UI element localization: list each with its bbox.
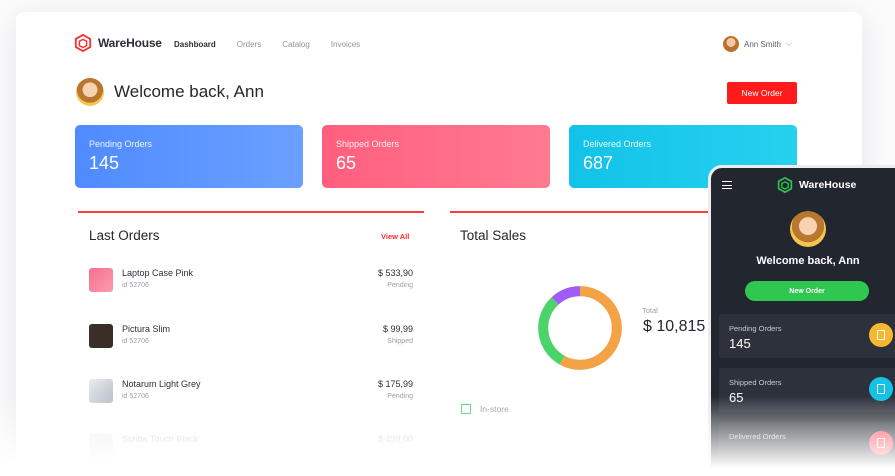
total-sales-title: Total Sales: [460, 228, 527, 243]
nav-dashboard[interactable]: Dashboard: [174, 40, 216, 49]
stat-label: Shipped Orders: [336, 139, 400, 149]
order-id: id 52706: [122, 393, 149, 400]
order-amount: $ 499,00: [377, 434, 413, 444]
order-name: Pictura Slim: [122, 324, 171, 334]
product-thumbnail: [89, 268, 113, 292]
order-row[interactable]: Laptop Case Pink id 52706 $ 533,90 Pendi…: [89, 264, 417, 294]
app-logo[interactable]: WareHouse: [74, 34, 162, 52]
store-icon: [461, 404, 471, 414]
main-nav: Dashboard Orders Catalog Invoices: [174, 40, 360, 49]
stat-label: Delivered Orders: [583, 139, 652, 149]
order-id: id 52706: [122, 338, 149, 345]
order-amount: $ 99,99: [382, 324, 413, 334]
order-amount: $ 533,90: [377, 268, 413, 278]
avatar: [76, 78, 104, 106]
stat-value: 65: [336, 153, 357, 173]
order-row[interactable]: Notarum Light Grey id 52706 $ 175,99 Pen…: [89, 375, 417, 405]
panel-divider: [78, 211, 424, 213]
warehouse-logo-icon: [74, 34, 92, 52]
order-name: Laptop Case Pink: [122, 268, 194, 278]
product-thumbnail: [89, 379, 113, 403]
mobile-stat-pending[interactable]: Pending Orders 145: [719, 314, 895, 358]
clipboard-icon: [869, 323, 893, 347]
mobile-new-order-button[interactable]: New Order: [745, 281, 869, 301]
mobile-stat-label: Shipped Orders: [729, 378, 782, 387]
new-order-button[interactable]: New Order: [727, 82, 797, 104]
check-icon: [869, 431, 893, 455]
nav-orders[interactable]: Orders: [237, 40, 261, 49]
product-thumbnail: [89, 434, 113, 458]
order-row[interactable]: Scriba Touch Black $ 499,00: [89, 430, 417, 460]
mobile-stat-shipped[interactable]: Shipped Orders 65: [719, 368, 895, 412]
mobile-preview: WareHouse Welcome back, Ann New Order Pe…: [708, 165, 895, 476]
chevron-down-icon: ⌵: [785, 39, 792, 48]
stat-value: 145: [89, 153, 120, 173]
order-amount: $ 175,99: [377, 379, 413, 389]
mobile-app-logo: WareHouse: [777, 177, 856, 193]
stat-card-shipped[interactable]: Shipped Orders 65: [322, 125, 550, 188]
hamburger-menu-icon[interactable]: [722, 181, 732, 189]
order-name: Scriba Touch Black: [122, 434, 199, 444]
order-name: Notarum Light Grey: [122, 379, 201, 389]
mobile-stat-label: Pending Orders: [729, 324, 782, 333]
user-menu[interactable]: Ann Smith ⌵: [723, 36, 792, 52]
welcome-header: Welcome back, Ann: [76, 78, 264, 106]
panel-divider: [450, 211, 750, 213]
order-id: id 52706: [122, 282, 149, 289]
total-value: $ 10,815: [643, 318, 706, 335]
legend-in-store: In-store: [461, 404, 509, 414]
top-bar: WareHouse Dashboard Orders Catalog Invoi…: [16, 12, 862, 74]
mobile-stat-delivered[interactable]: Delivered Orders: [719, 422, 895, 466]
legend-label: In-store: [480, 404, 509, 414]
stat-label: Pending Orders: [89, 139, 153, 149]
product-thumbnail: [89, 324, 113, 348]
user-avatar: [723, 36, 739, 52]
mobile-stat-label: Delivered Orders: [729, 432, 786, 441]
total-label: Total: [642, 306, 658, 315]
mobile-welcome-text: Welcome back, Ann: [756, 255, 860, 267]
order-row[interactable]: Pictura Slim id 52706 $ 99,99 Shipped: [89, 320, 417, 350]
nav-invoices[interactable]: Invoices: [331, 40, 360, 49]
mobile-stat-value: 65: [729, 390, 744, 405]
sales-donut-chart: [538, 286, 622, 370]
mobile-avatar: [790, 211, 826, 247]
stage: WareHouse Dashboard Orders Catalog Invoi…: [0, 0, 895, 476]
order-status: Pending: [387, 393, 413, 400]
last-orders-title: Last Orders: [89, 228, 160, 243]
view-all-link[interactable]: View All: [381, 232, 409, 241]
order-status: Pending: [387, 282, 413, 289]
mobile-stat-value: 145: [729, 336, 751, 351]
nav-catalog[interactable]: Catalog: [282, 40, 310, 49]
welcome-text: Welcome back, Ann: [114, 82, 264, 101]
app-name: WareHouse: [98, 36, 162, 50]
truck-icon: [869, 377, 893, 401]
user-name: Ann Smith: [744, 39, 781, 49]
stat-card-pending[interactable]: Pending Orders 145: [75, 125, 303, 188]
order-status: Shipped: [387, 338, 413, 345]
mobile-app-name: WareHouse: [799, 179, 857, 191]
warehouse-logo-icon: [777, 177, 793, 193]
